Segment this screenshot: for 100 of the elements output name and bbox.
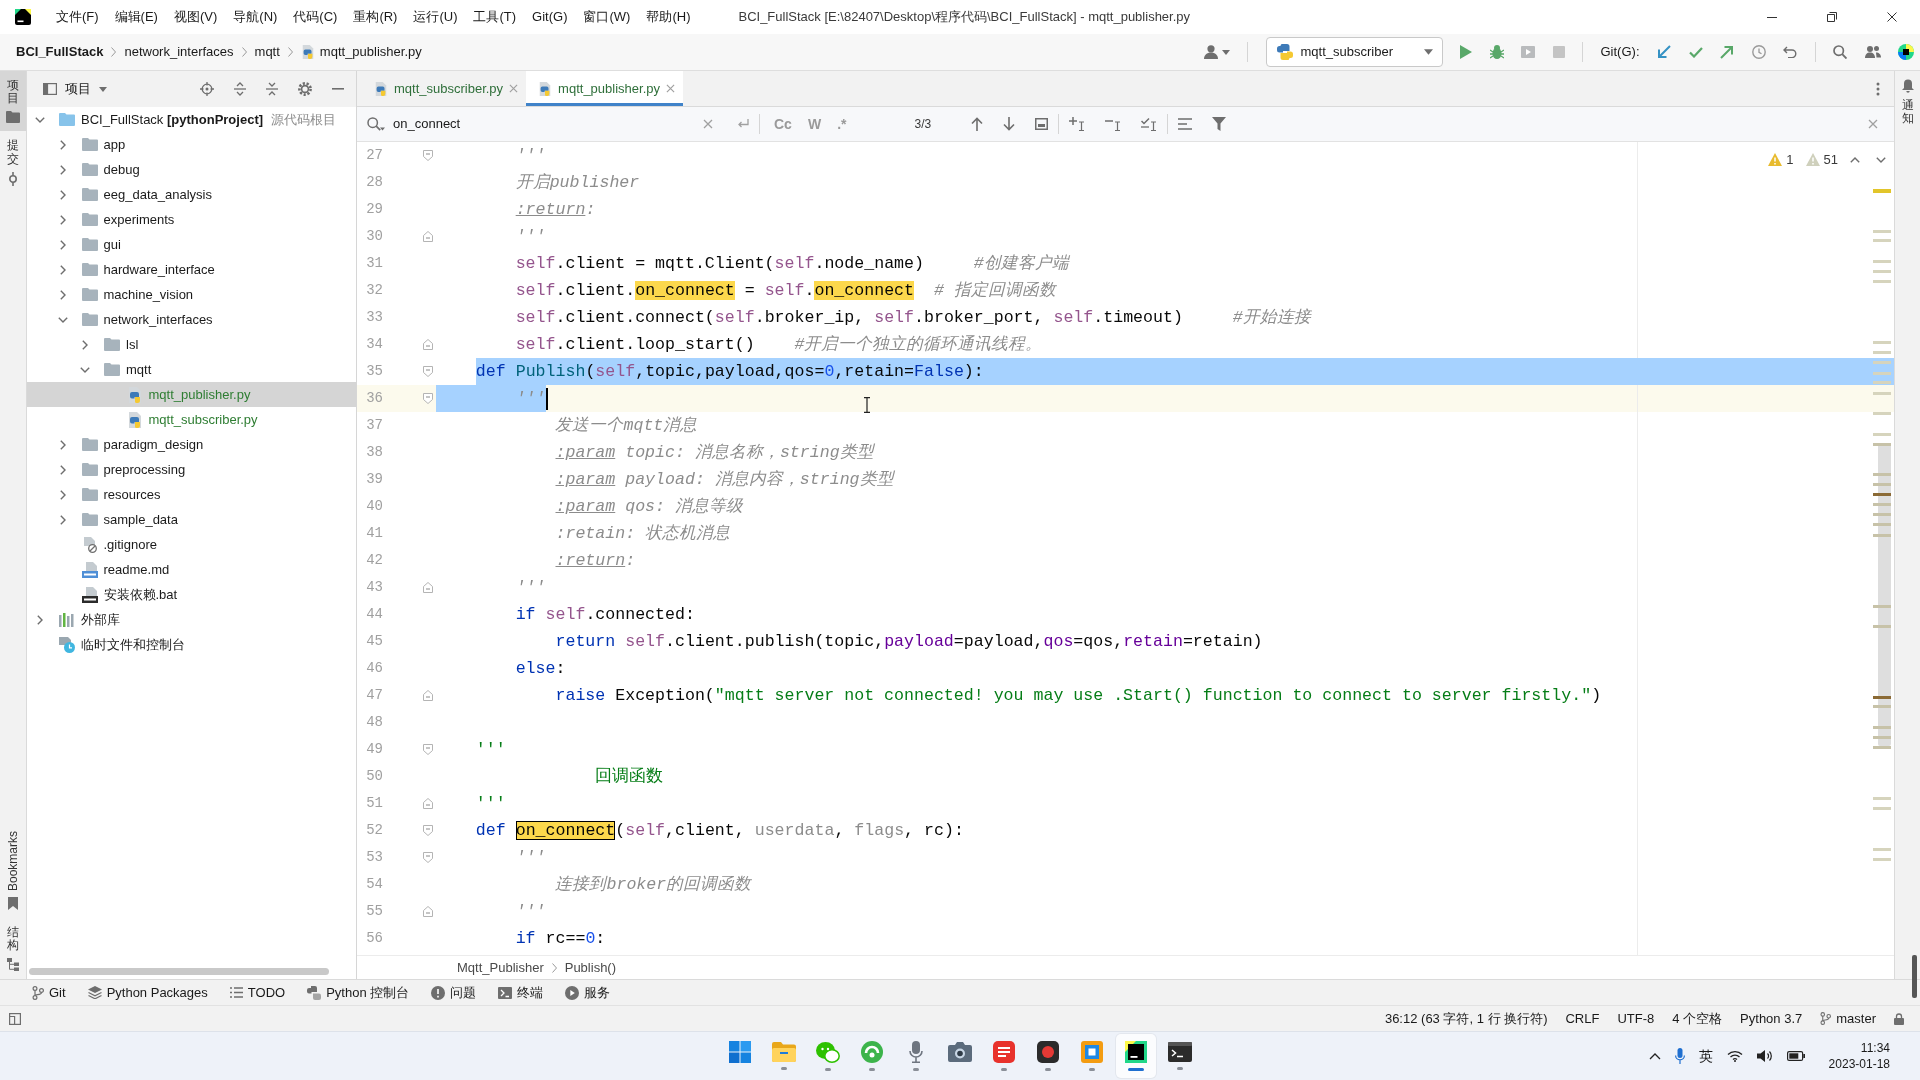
fold-start-icon[interactable]	[423, 150, 433, 161]
chevron-right-icon[interactable]	[59, 139, 66, 150]
chevron-right-icon[interactable]	[59, 264, 66, 275]
tree-item[interactable]: 外部库	[33, 607, 120, 632]
restore-icon[interactable]	[1827, 12, 1837, 22]
breadcrumb-item[interactable]: BCI_FullStack	[16, 42, 104, 62]
arrow-down-left-icon[interactable]	[1657, 45, 1671, 59]
chevron-right-icon[interactable]	[59, 464, 66, 475]
fold-start-icon[interactable]	[423, 825, 433, 836]
caret-icon[interactable]	[1221, 49, 1230, 55]
tree-item[interactable]: gui	[55, 232, 121, 257]
select-all-icon[interactable]	[1035, 118, 1049, 130]
tree-item[interactable]: experiments	[55, 207, 175, 232]
person-icon[interactable]	[1203, 45, 1218, 59]
search-icon[interactable]	[1833, 45, 1847, 59]
menu-item[interactable]: 工具(T)	[465, 7, 525, 27]
chevron-down-icon[interactable]	[1876, 156, 1886, 163]
breadcrumb-item[interactable]: network_interfaces	[124, 42, 234, 62]
filter-icon[interactable]	[1212, 117, 1227, 131]
tree-item[interactable]: eeg_data_analysis	[55, 182, 212, 207]
menu-item[interactable]: 文件(F)	[48, 7, 107, 27]
collapse-all-icon[interactable]	[266, 82, 278, 96]
chevron-right-icon[interactable]	[59, 164, 66, 175]
microphone-icon[interactable]	[909, 1041, 923, 1063]
line-separator[interactable]: CRLF	[1565, 1008, 1600, 1029]
square-app-icon[interactable]	[1081, 1041, 1103, 1063]
tool-window-button[interactable]: 通知	[1894, 71, 1920, 134]
tree-item[interactable]: mqtt	[78, 357, 152, 382]
tool-window-tab[interactable]: TODO	[229, 982, 286, 1003]
undo-icon[interactable]	[1783, 46, 1797, 58]
chevron-right-icon[interactable]	[59, 214, 66, 225]
microphone-icon[interactable]	[1674, 1048, 1685, 1064]
record-icon[interactable]	[1037, 1041, 1059, 1063]
menu-item[interactable]: 窗口(W)	[575, 7, 639, 27]
fold-end-icon[interactable]	[423, 798, 433, 809]
tree-item[interactable]: machine_vision	[55, 282, 194, 307]
play-icon[interactable]	[1460, 45, 1472, 59]
cursor-plus-icon[interactable]	[1069, 117, 1086, 131]
search-field[interactable]: on_connect	[393, 114, 703, 134]
chevron-right-icon[interactable]	[82, 339, 88, 350]
tool-window-tab[interactable]: Python Packages	[87, 982, 208, 1003]
tool-window-button[interactable]: 项目	[0, 71, 26, 132]
tree-item[interactable]: network_interfaces	[55, 307, 213, 332]
git-branch[interactable]: master	[1820, 1008, 1876, 1029]
panel-icon[interactable]	[9, 1012, 21, 1025]
breadcrumb-item[interactable]: Publish()	[564, 957, 616, 978]
tree-item[interactable]: mqtt_publisher.py	[27, 382, 356, 407]
clear-icon[interactable]	[703, 119, 713, 129]
menu-item[interactable]: 视图(V)	[165, 7, 226, 27]
tree-item[interactable]: hardware_interface	[55, 257, 215, 282]
tree-item[interactable]: resources	[55, 482, 161, 507]
active-app-tile[interactable]	[1116, 1034, 1156, 1078]
fold-end-icon[interactable]	[423, 582, 433, 593]
arrow-up-icon[interactable]	[971, 117, 984, 131]
cursor-minus-icon[interactable]	[1105, 117, 1122, 131]
indentation[interactable]: 4 个空格	[1672, 1008, 1723, 1029]
coverage-icon[interactable]	[1521, 46, 1535, 58]
check-icon[interactable]	[1688, 46, 1703, 58]
tree-item[interactable]: app	[55, 132, 126, 157]
interpreter[interactable]: Python 3.7	[1740, 1008, 1803, 1029]
tool-window-button[interactable]: 结构	[0, 917, 26, 979]
menu-item[interactable]: Git(G)	[524, 7, 576, 27]
speaker-icon[interactable]	[1756, 1049, 1773, 1063]
tool-window-tab[interactable]: 服务	[565, 982, 611, 1003]
breadcrumb-item[interactable]: Mqtt_Publisher	[457, 957, 544, 978]
bug-icon[interactable]	[1489, 45, 1504, 59]
lines-icon[interactable]	[1178, 118, 1193, 130]
four-squares-icon[interactable]	[729, 1041, 751, 1063]
tool-window-button[interactable]: 提交	[0, 131, 26, 194]
search-icon[interactable]	[367, 117, 385, 131]
fold-end-icon[interactable]	[423, 339, 433, 350]
fold-start-icon[interactable]	[423, 744, 433, 755]
settings-icon[interactable]	[298, 82, 312, 96]
lock-icon[interactable]	[1894, 1012, 1904, 1025]
tree-item[interactable]: .gitignore	[55, 532, 157, 557]
tree-item[interactable]: preprocessing	[55, 457, 186, 482]
chevron-right-icon[interactable]	[37, 614, 43, 625]
crosshair-icon[interactable]	[200, 82, 214, 96]
arrow-down-icon[interactable]	[1003, 117, 1016, 131]
clock-date[interactable]: 2023-01-18	[1828, 1056, 1890, 1072]
fold-end-icon[interactable]	[423, 690, 433, 701]
menu-item[interactable]: 帮助(H)	[638, 7, 699, 27]
chevron-up-icon[interactable]	[1648, 1052, 1661, 1060]
tree-item[interactable]: debug	[55, 157, 140, 182]
tree-item[interactable]: mqtt_subscriber.py	[100, 407, 258, 432]
tree-item[interactable]: 临时文件和控制台	[33, 632, 185, 657]
tree-item[interactable]: BCI_FullStack [pythonProject] 源代码根目	[33, 107, 337, 132]
wifi-icon[interactable]	[1726, 1050, 1743, 1062]
editor-tab[interactable]: mqtt_subscriber.py	[362, 71, 527, 106]
more-icon[interactable]	[1876, 81, 1880, 96]
tool-window-tab[interactable]: Git	[32, 982, 66, 1003]
tool-window-tab[interactable]: 问题	[431, 982, 477, 1003]
input-method-indicator[interactable]: 英	[1698, 1045, 1713, 1067]
panel-title-dropdown[interactable]: 项目	[43, 79, 107, 99]
run-configuration-select[interactable]: mqtt_subscriber	[1265, 37, 1443, 67]
chevron-right-icon[interactable]	[59, 289, 66, 300]
close-icon[interactable]	[1887, 12, 1897, 22]
chevron-right-icon[interactable]	[59, 439, 66, 450]
fold-end-icon[interactable]	[423, 231, 433, 242]
gradient-logo-icon[interactable]	[1898, 44, 1914, 60]
